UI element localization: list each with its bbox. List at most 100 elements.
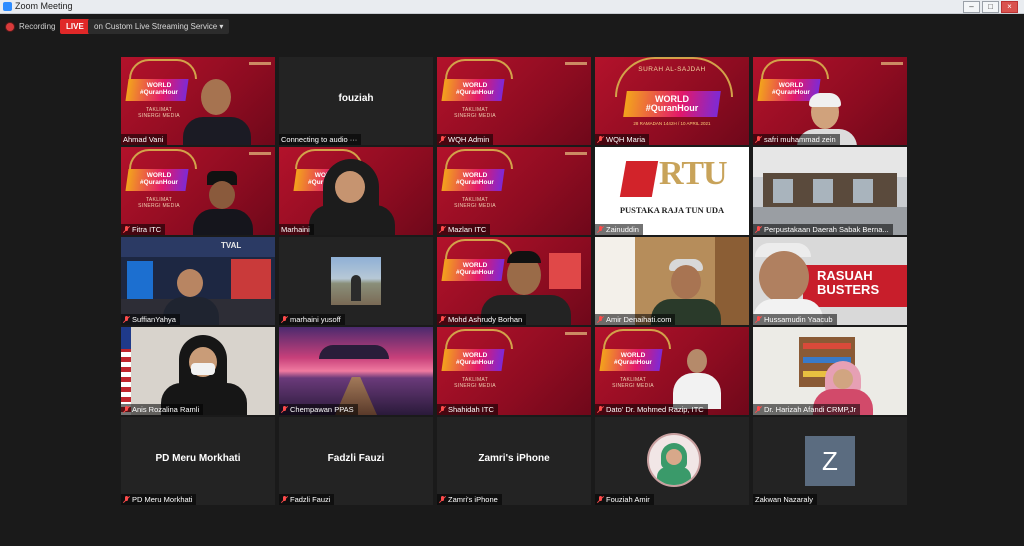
profile-picture [331, 257, 381, 305]
participant-name: Ahmad Vani [121, 134, 168, 145]
participant-name: Connecting to audio ··· [279, 134, 362, 145]
poster-text: 28 RAMADAN 1442H / 10 APRIL 2021 [633, 121, 711, 126]
muted-mic-icon [280, 405, 289, 414]
poster-text: SINERGI MEDIA [454, 383, 496, 389]
maximize-button[interactable]: □ [982, 1, 999, 13]
poster-text: #QuranHour [645, 103, 699, 113]
close-button[interactable]: × [1001, 1, 1018, 13]
poster-text: #QuranHour [456, 269, 494, 276]
poster-text: WORLD [620, 352, 646, 359]
meeting-topbar: Recording LIVE on Custom Live Streaming … [0, 14, 1024, 40]
poster-text: #QuranHour [772, 89, 810, 96]
participant-tile[interactable]: marhaini yusoff [279, 237, 433, 325]
participant-tile[interactable]: TVAL SuffianYahya [121, 237, 275, 325]
poster-text: SINERGI MEDIA [138, 113, 180, 119]
participant-tile[interactable]: Fadzli Fauzi Fadzli Fauzi [279, 417, 433, 505]
minimize-button[interactable]: – [963, 1, 980, 13]
muted-mic-icon [122, 225, 131, 234]
participant-tile[interactable]: WORLD #QuranHour TAKLIMAT SINERGI MEDIA Sh… [437, 327, 591, 415]
participant-name: WQH Maria [595, 134, 650, 145]
tv-logo: TVAL [221, 241, 242, 250]
participant-tile[interactable]: RASUAH BUSTERS Hussamudin Yaacub [753, 237, 907, 325]
recording-label: Recording [19, 22, 56, 31]
participant-name: WQH Admin [437, 134, 494, 145]
participant-name: Fadzli Fauzi [279, 494, 335, 505]
participant-name: Fitra ITC [121, 224, 166, 235]
muted-mic-icon [438, 315, 447, 324]
poster-text: WORLD [146, 172, 172, 179]
participant-display-name: fouziah [338, 93, 374, 104]
participant-display-name: Fadzli Fauzi [327, 453, 385, 464]
participant-tile[interactable]: Anis Rozalina Ramli [121, 327, 275, 415]
participant-tile[interactable]: WORLD #QuranHour safri muhammad zein [753, 57, 907, 145]
participant-name: Mohd Ashrudy Borhan [437, 314, 527, 325]
poster-text: #QuranHour [456, 359, 494, 366]
video-feed [753, 147, 907, 235]
muted-mic-icon [280, 495, 289, 504]
rtu-logo: RTU [659, 155, 728, 192]
muted-mic-icon [596, 225, 605, 234]
participant-tile[interactable]: Z Zakwan Nazaraly [753, 417, 907, 505]
participant-name: Zakwan Nazaraly [753, 494, 817, 505]
recording-indicator[interactable]: Recording [6, 22, 55, 31]
participant-name: Dato' Dr. Mohmed Razip, ITC [595, 404, 708, 415]
participant-name: safri muhammad zein [753, 134, 840, 145]
participant-tile[interactable]: WORLD #QuranHour TAKLIMAT SINERGI MEDIA WQ… [437, 57, 591, 145]
participant-name: Mazlan ITC [437, 224, 491, 235]
poster-text: #QuranHour [140, 89, 178, 96]
poster-text: SINERGI MEDIA [454, 113, 496, 119]
participant-name: Dr. Harizah Afandi CRMP,Jr [753, 404, 860, 415]
participant-tile[interactable]: Dr. Harizah Afandi CRMP,Jr [753, 327, 907, 415]
poster-text: #QuranHour [456, 179, 494, 186]
muted-mic-icon [438, 225, 447, 234]
streaming-service-dropdown[interactable]: on Custom Live Streaming Service ▾ [88, 19, 230, 34]
participant-name: PD Meru Morkhati [121, 494, 197, 505]
participant-name: Fouziah Amir [595, 494, 654, 505]
muted-mic-icon [596, 405, 605, 414]
participant-tile[interactable]: WORLD #QuranHour TAKLIMAT SINERGI MEDIA Fi… [121, 147, 275, 235]
participant-tile[interactable]: Fouziah Amir [595, 417, 749, 505]
gallery-grid: WORLD #QuranHour TAKLIMAT SINERGI MEDIA Ah… [121, 57, 907, 505]
muted-mic-icon [122, 405, 131, 414]
muted-mic-icon [438, 495, 447, 504]
poster-text: #QuranHour [614, 359, 652, 366]
participant-tile[interactable]: Amir Denaihati.com [595, 237, 749, 325]
participant-tile[interactable]: WORLD #QuranHour TAKLIMAT SINERGI MEDIA Ma… [437, 147, 591, 235]
participant-tile[interactable]: Zamri's iPhone Zamri's iPhone [437, 417, 591, 505]
participant-tile[interactable]: SURAH AL-SAJDAH WORLD #QuranHour 28 RAMAD… [595, 57, 749, 145]
muted-mic-icon [122, 315, 131, 324]
participant-tile[interactable]: fouziah Connecting to audio ··· [279, 57, 433, 145]
record-dot-icon [6, 22, 14, 31]
video-feed: WORLD #QuranHour TAKLIMAT SINERGI MEDIA [437, 327, 591, 415]
poster-text: WORLD [462, 82, 488, 89]
live-badge[interactable]: LIVE [60, 19, 90, 34]
participant-name: Perpustakaan Daerah Sabak Berna... [753, 224, 893, 235]
logo-caption: PUSTAKA RAJA TUN UDA [619, 205, 725, 215]
poster-text: WORLD [462, 352, 488, 359]
muted-mic-icon [596, 495, 605, 504]
muted-mic-icon [438, 135, 447, 144]
poster-text: WORLD [778, 82, 804, 89]
muted-mic-icon [754, 135, 763, 144]
avatar: Z [805, 436, 855, 486]
participant-tile[interactable]: Perpustakaan Daerah Sabak Berna... [753, 147, 907, 235]
participant-tile[interactable]: WORLD#QuranHour Marhaini [279, 147, 433, 235]
window-title: Zoom Meeting [15, 1, 73, 11]
video-feed: WORLD #QuranHour TAKLIMAT SINERGI MEDIA [437, 57, 591, 145]
window-titlebar: Zoom Meeting – □ × [0, 0, 1024, 14]
poster-text: WORLD [462, 262, 488, 269]
participant-tile[interactable]: PD Meru Morkhati PD Meru Morkhati [121, 417, 275, 505]
participant-tile[interactable]: RTU PUSTAKA RAJA TUN UDA Zainuddin [595, 147, 749, 235]
participant-name: Anis Rozalina Ramli [121, 404, 204, 415]
participant-name: Chempawan PPAS [279, 404, 358, 415]
participant-tile[interactable]: WORLD #QuranHour TAKLIMAT SINERGI MEDIA Ah… [121, 57, 275, 145]
poster-text: #QuranHour [456, 89, 494, 96]
participant-tile[interactable]: WORLD #QuranHour Mohd Ashrudy Borhan [437, 237, 591, 325]
participant-name: Zamri's iPhone [437, 494, 502, 505]
poster-text: WORLD [462, 172, 488, 179]
participant-tile[interactable]: WORLD #QuranHour TAKLIMAT SINERGI MEDIA Da… [595, 327, 749, 415]
participant-tile[interactable]: Chempawan PPAS [279, 327, 433, 415]
video-feed: WORLD #QuranHour TAKLIMAT SINERGI MEDIA [437, 147, 591, 235]
chevron-down-icon: ▾ [219, 22, 224, 31]
video-feed [279, 327, 433, 415]
